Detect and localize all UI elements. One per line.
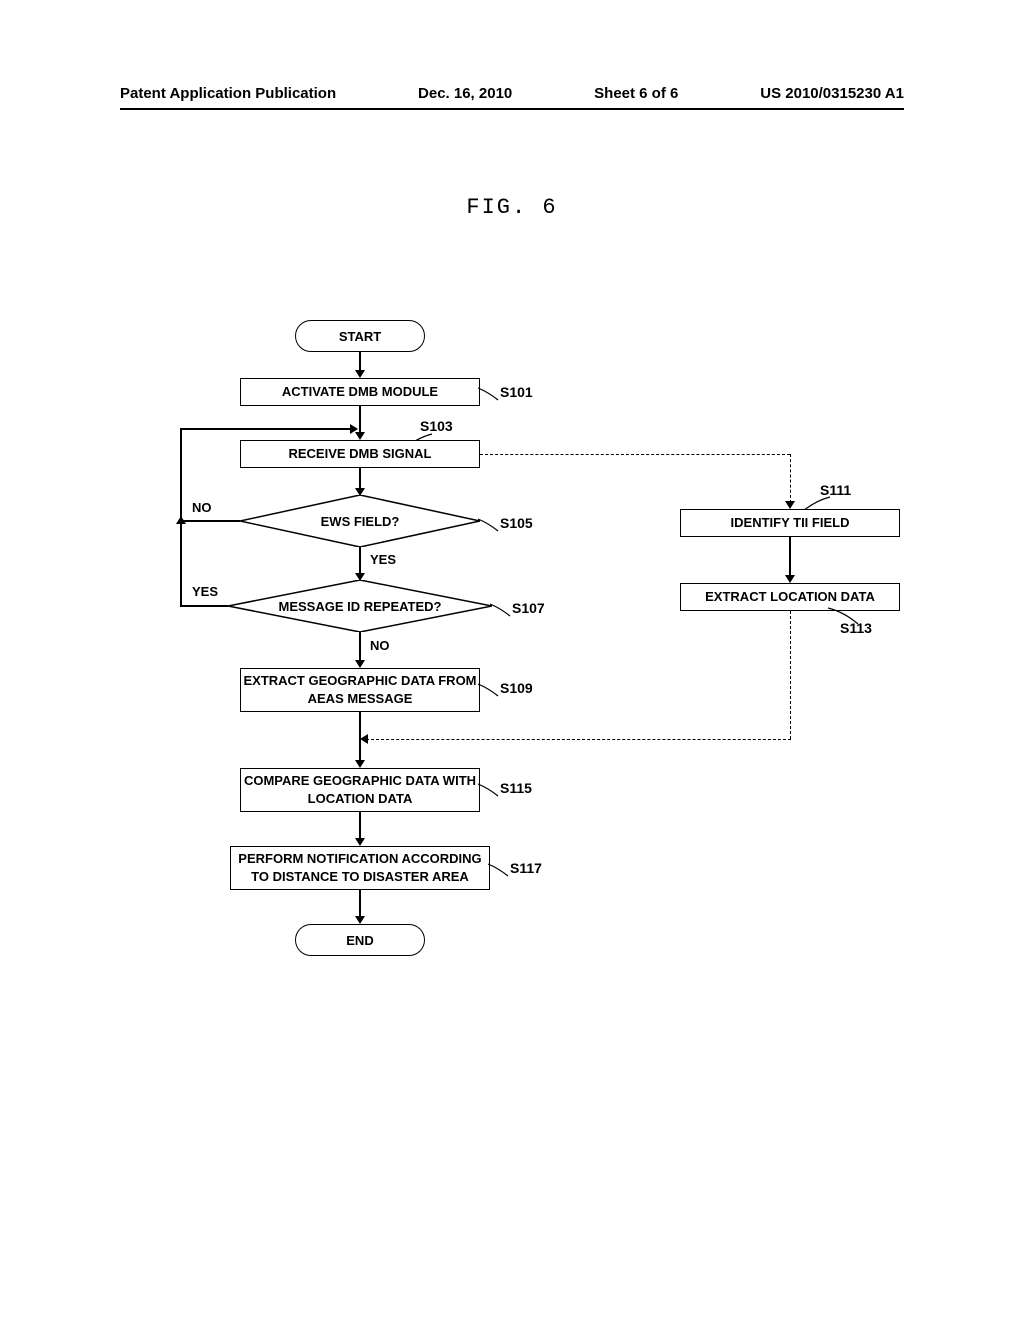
- no-label: NO: [370, 638, 390, 653]
- yes-label: YES: [370, 552, 396, 567]
- curve-icon: [478, 682, 506, 698]
- end-terminal: END: [295, 924, 425, 956]
- dashed-connector: [790, 611, 791, 739]
- header-docnum: US 2010/0315230 A1: [760, 85, 904, 102]
- arrow: [359, 547, 361, 575]
- s105-decision: EWS FIELD?: [240, 495, 480, 547]
- s103-process: RECEIVE DMB SIGNAL: [240, 440, 480, 468]
- arrow: [359, 352, 361, 372]
- header-sheet: Sheet 6 of 6: [594, 85, 678, 102]
- curve-icon: [828, 606, 866, 626]
- s105-label: S105: [500, 515, 533, 531]
- yes-label: YES: [192, 584, 218, 599]
- dashed-connector: [366, 739, 791, 740]
- curve-icon: [478, 517, 506, 533]
- figure-title: FIG. 6: [466, 195, 557, 220]
- header-left: Patent Application Publication: [120, 85, 336, 102]
- arrow: [359, 890, 361, 918]
- arrow: [359, 812, 361, 840]
- s107-label: S107: [512, 600, 545, 616]
- arrow: [180, 521, 182, 606]
- arrow-head-icon: [355, 660, 365, 668]
- curve-icon: [478, 386, 506, 402]
- arrow: [359, 632, 361, 662]
- s109-process: EXTRACT GEOGRAPHIC DATA FROM AEAS MESSAG…: [240, 668, 480, 712]
- arrow-head-icon: [350, 424, 358, 434]
- curve-icon: [490, 602, 518, 618]
- patent-header: Patent Application Publication Dec. 16, …: [0, 85, 1024, 102]
- dashed-connector: [790, 454, 791, 503]
- s101-label: S101: [500, 384, 533, 400]
- s111-process: IDENTIFY TII FIELD: [680, 509, 900, 537]
- arrow-head-icon: [785, 575, 795, 583]
- header-divider: [120, 108, 904, 110]
- header-date: Dec. 16, 2010: [418, 85, 512, 102]
- curve-icon: [488, 862, 516, 878]
- curve-icon: [478, 782, 506, 798]
- no-label: NO: [192, 500, 212, 515]
- arrow-head-icon: [355, 370, 365, 378]
- s101-process: ACTIVATE DMB MODULE: [240, 378, 480, 406]
- arrow-head-icon: [355, 838, 365, 846]
- s113-process: EXTRACT LOCATION DATA: [680, 583, 900, 611]
- arrow-head-icon: [176, 516, 186, 524]
- arrow-head-icon: [355, 760, 365, 768]
- arrow: [180, 428, 182, 521]
- arrow: [180, 520, 240, 522]
- s109-label: S109: [500, 680, 533, 696]
- arrow: [180, 428, 352, 430]
- s117-label: S117: [510, 860, 542, 876]
- arrow-head-icon: [355, 916, 365, 924]
- arrow: [359, 406, 361, 434]
- start-terminal: START: [295, 320, 425, 352]
- s115-process: COMPARE GEOGRAPHIC DATA WITH LOCATION DA…: [240, 768, 480, 812]
- s117-process: PERFORM NOTIFICATION ACCORDING TO DISTAN…: [230, 846, 490, 890]
- dashed-connector: [480, 454, 790, 455]
- s115-label: S115: [500, 780, 532, 796]
- arrow-head-icon: [360, 734, 368, 744]
- arrow: [180, 605, 228, 607]
- s107-decision: MESSAGE ID REPEATED?: [228, 580, 492, 632]
- flowchart-container: START ACTIVATE DMB MODULE S101 S103 RECE…: [180, 320, 900, 1060]
- arrow: [789, 537, 791, 577]
- arrow: [359, 468, 361, 490]
